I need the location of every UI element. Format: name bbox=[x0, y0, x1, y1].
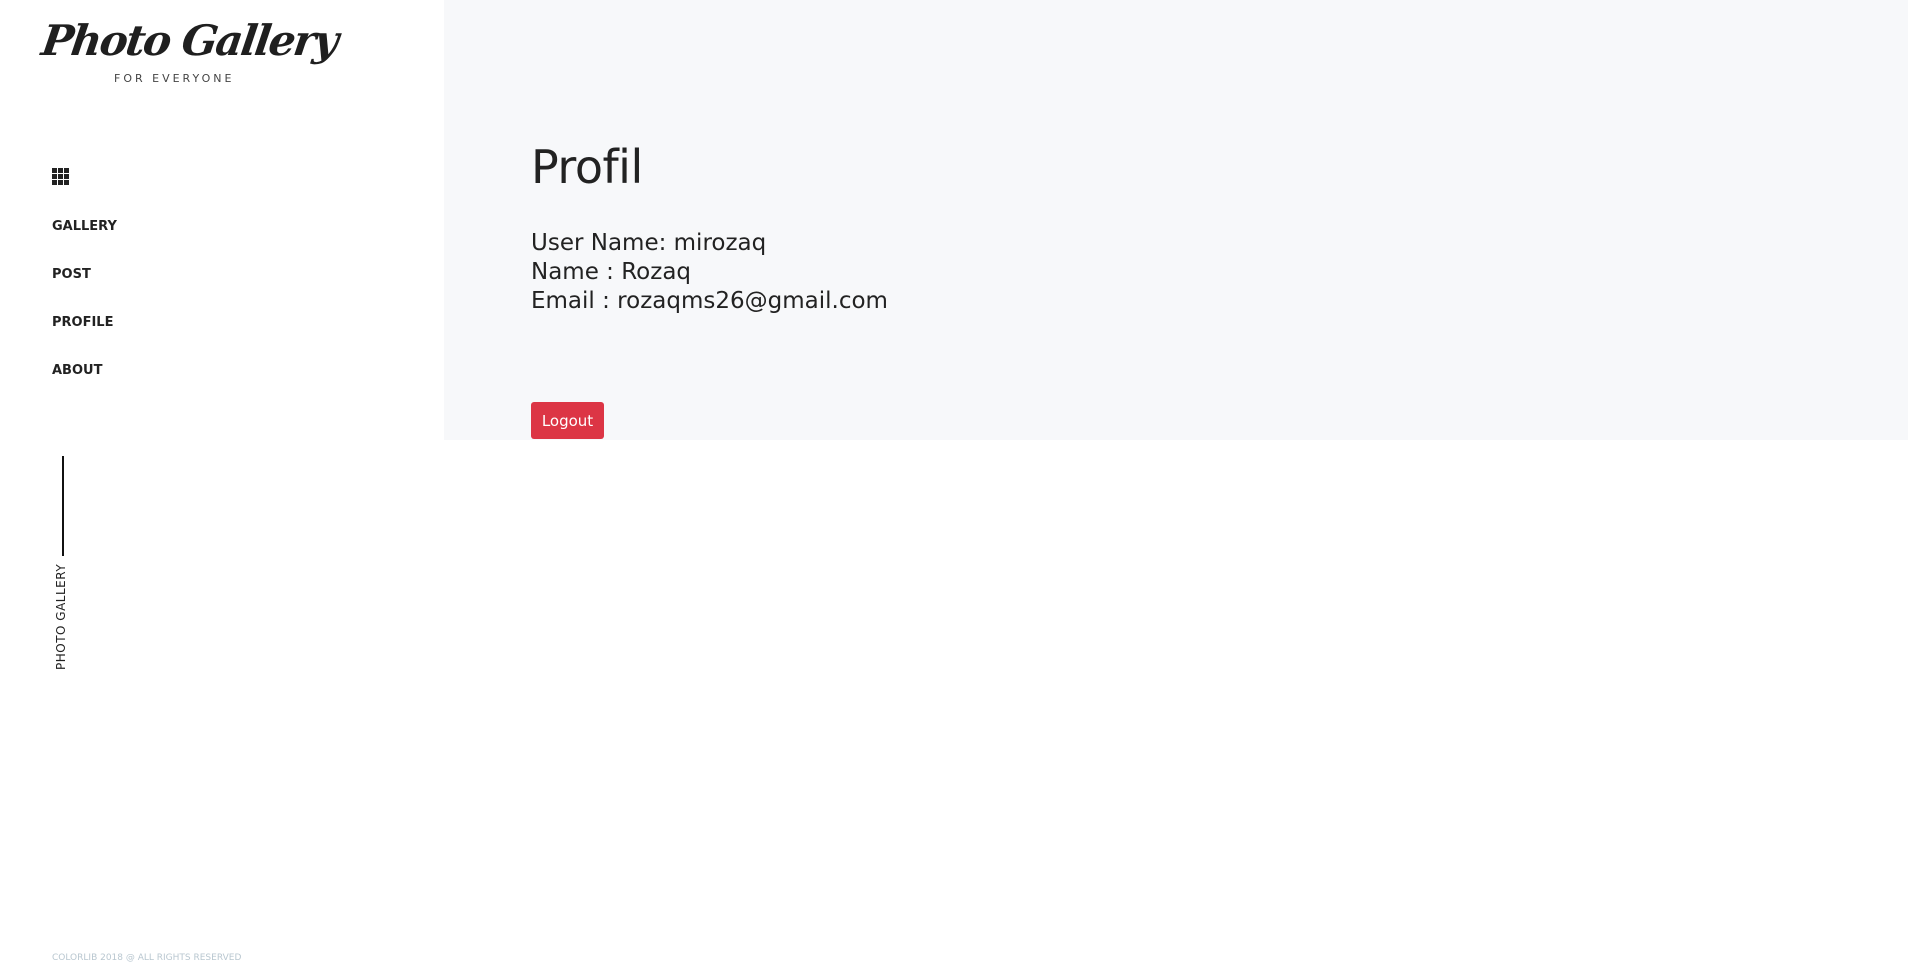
logo-title: Photo Gallery bbox=[38, 16, 340, 65]
nav-item-profile[interactable]: PROFILE bbox=[52, 313, 117, 361]
logout-button[interactable]: Logout bbox=[531, 402, 604, 439]
sidebar-nav: GALLERY POST PROFILE ABOUT bbox=[52, 217, 117, 409]
page-title: Profil bbox=[531, 140, 643, 194]
vertical-site-label: PHOTO GALLERY bbox=[54, 563, 68, 670]
nav-item-post[interactable]: POST bbox=[52, 265, 117, 313]
nav-item-gallery[interactable]: GALLERY bbox=[52, 217, 117, 265]
vertical-divider bbox=[62, 456, 64, 556]
profile-panel: Profil User Name: mirozaq Name : Rozaq E… bbox=[444, 0, 1908, 440]
footer-copyright: COLORLIB 2018 @ ALL RIGHTS RESERVED bbox=[52, 953, 242, 963]
profile-info: User Name: mirozaq Name : Rozaq Email : … bbox=[531, 229, 888, 316]
email-line: Email : rozaqms26@gmail.com bbox=[531, 288, 888, 314]
logo-subtitle: FOR EVERYONE bbox=[114, 72, 235, 85]
site-logo[interactable]: Photo Gallery FOR EVERYONE bbox=[39, 16, 340, 86]
nav-item-about[interactable]: ABOUT bbox=[52, 361, 117, 409]
name-line: Name : Rozaq bbox=[531, 259, 692, 285]
username-line: User Name: mirozaq bbox=[531, 230, 767, 256]
grid-icon[interactable] bbox=[52, 168, 69, 185]
sidebar: Photo Gallery FOR EVERYONE GALLERY POST … bbox=[0, 0, 444, 963]
